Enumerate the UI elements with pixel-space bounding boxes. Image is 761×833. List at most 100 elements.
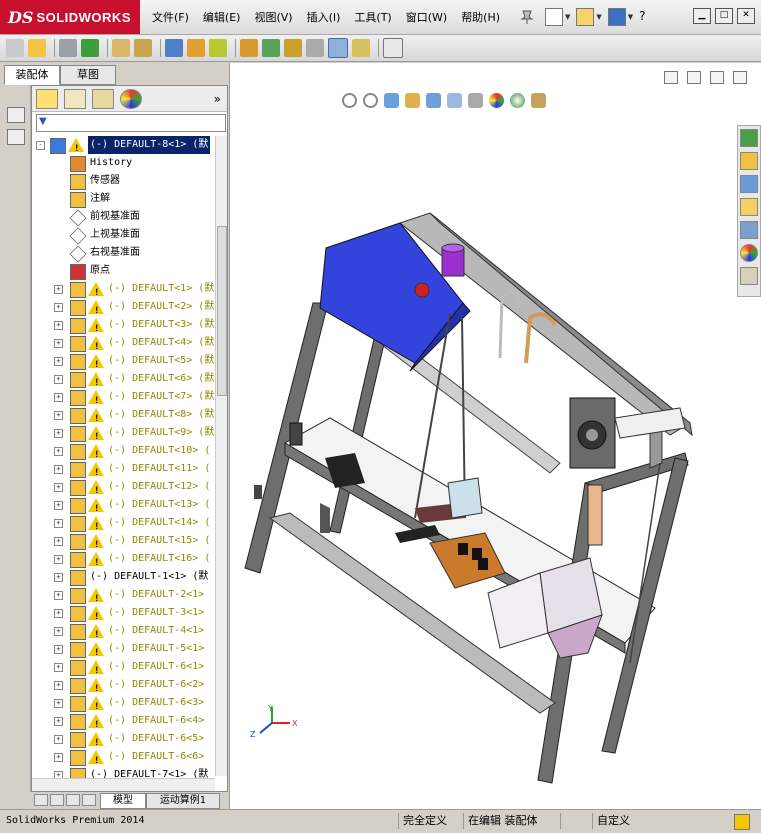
tree-item[interactable]: + (-) DEFAULT<16> ( [32,550,217,572]
tree-item[interactable]: + (-) DEFAULT<15> ( [32,532,217,554]
tree-item[interactable]: + (-) DEFAULT-6<4> [32,712,217,734]
expand-icon[interactable]: + [54,303,63,312]
configuration-manager-icon[interactable] [92,88,114,109]
expand-icon[interactable]: + [54,321,63,330]
menu-insert[interactable]: 插入(I) [307,9,341,25]
show-hidden-icon[interactable] [165,39,183,57]
tree-item[interactable]: + (-) DEFAULT-6<2> [32,676,217,698]
expand-icon[interactable]: + [54,753,63,762]
expand-icon[interactable]: + [54,483,63,492]
belt[interactable] [614,407,686,439]
tab-scroll-last-icon[interactable] [82,794,96,806]
bill-of-materials-icon[interactable] [262,39,280,57]
custom-properties-icon[interactable] [740,267,758,285]
expand-icon[interactable]: + [54,285,63,294]
open-folder-icon[interactable] [576,8,595,26]
menu-tools[interactable]: 工具(T) [354,9,391,25]
tree-item[interactable]: + (-) DEFAULT<7> (默 [32,388,217,410]
expand-icon[interactable]: + [54,519,63,528]
view-palette-icon[interactable] [740,221,758,239]
sketch-line-icon[interactable] [7,129,25,145]
explode-line-sketch-icon[interactable] [306,39,324,57]
appearances-icon[interactable] [740,244,758,262]
tree-item[interactable]: + (-) DEFAULT-2<1> [32,586,217,608]
chevron-down-icon[interactable]: ▼ [596,13,601,21]
expand-icon[interactable]: + [54,339,63,348]
move-component-icon[interactable] [112,39,130,57]
expand-icon[interactable]: + [54,627,63,636]
tree-item[interactable]: + (-) DEFAULT<12> ( [32,478,217,500]
tab-scroll-first-icon[interactable] [34,794,48,806]
purple-cylinder[interactable] [441,243,465,277]
tree-item[interactable]: 右视基准面 [32,244,217,263]
expand-icon[interactable]: + [54,681,63,690]
expand-icon[interactable]: + [54,429,63,438]
solidworks-resources-icon[interactable] [740,129,758,147]
expand-icon[interactable]: + [54,447,63,456]
tree-item[interactable]: + (-) DEFAULT<11> ( [32,460,217,482]
rotate-component-icon[interactable] [134,39,152,57]
tree-item[interactable]: 传感器 [32,172,217,190]
tree-item[interactable]: 原点 [32,262,217,280]
motor-unit[interactable] [569,397,616,469]
expand-icon[interactable]: + [54,411,63,420]
exploded-view-icon[interactable] [284,39,302,57]
expand-icon[interactable]: + [54,375,63,384]
chevron-down-icon[interactable]: ▼ [565,13,570,21]
menu-file[interactable]: 文件(F) [152,9,189,25]
expand-icon[interactable]: + [54,393,63,402]
file-explorer-icon[interactable] [740,198,758,216]
tree-item[interactable]: + (-) DEFAULT-6<5> [32,730,217,752]
display-manager-icon[interactable] [120,88,142,109]
menu-window[interactable]: 窗口(W) [406,9,447,25]
expand-icon[interactable]: + [54,357,63,366]
tree-item[interactable]: History [32,154,217,172]
close-icon[interactable]: ✕ [737,8,755,24]
expand-icon[interactable]: + [54,645,63,654]
property-manager-icon[interactable] [64,88,86,109]
chevron-down-icon[interactable]: ▼ [628,13,633,21]
rebuild-status-icon[interactable] [734,814,750,830]
expand-icon[interactable]: + [54,537,63,546]
tree-horizontal-scrollbar[interactable] [32,778,215,791]
tab-scroll-next-icon[interactable] [66,794,80,806]
filter-icon[interactable]: ▼ [39,116,47,127]
tree-item[interactable]: + (-) DEFAULT-6<3> [32,694,217,716]
expand-icon[interactable]: + [54,501,63,510]
tree-item[interactable]: + (-) DEFAULT-5<1> [32,640,217,662]
home-icon[interactable] [740,152,758,170]
tab-scroll-prev-icon[interactable] [50,794,64,806]
component-pattern-icon[interactable] [81,39,99,57]
design-library-icon[interactable] [740,175,758,193]
tree-item[interactable]: + (-) DEFAULT<3> (默 [32,316,217,338]
tree-item[interactable]: + (-) DEFAULT<8> (默 [32,406,217,428]
new-motion-study-icon[interactable] [240,39,258,57]
status-units[interactable]: 自定义 [592,813,697,829]
clearance-verification-icon[interactable] [352,39,370,57]
tree-item[interactable]: + (-) DEFAULT-6<6> [32,748,217,770]
tree-item[interactable]: + (-) DEFAULT-6<1> [32,658,217,680]
tree-root-item[interactable]: - (-) DEFAULT-8<1> (默 [32,136,217,158]
assembly-model-view[interactable] [230,63,760,807]
help-question-icon[interactable]: ? [639,9,655,25]
expand-icon[interactable]: + [54,573,63,582]
insert-component-icon[interactable] [6,39,24,57]
new-part-icon[interactable] [28,39,46,57]
save-icon[interactable] [607,8,626,26]
menu-view[interactable]: 视图(V) [254,9,292,25]
feature-manager-icon[interactable] [36,88,58,109]
solidworks-logo[interactable]: DS SOLIDWORKS [0,0,140,34]
menu-help[interactable]: 帮助(H) [461,9,500,25]
tab-sketch[interactable]: 草图 [60,65,116,85]
chevron-right-icon[interactable]: » [214,92,221,106]
tree-item[interactable]: + (-) DEFAULT<4> (默 [32,334,217,356]
new-document-icon[interactable] [545,8,563,26]
tree-item[interactable]: + (-) DEFAULT<1> (默 [32,280,217,302]
menu-edit[interactable]: 编辑(E) [203,9,241,25]
tree-item[interactable]: + (-) DEFAULT<2> (默 [32,298,217,320]
reference-geometry-icon[interactable] [209,39,227,57]
interference-detection-icon[interactable] [328,38,348,58]
tree-item[interactable]: + (-) DEFAULT<14> ( [32,514,217,536]
sketch-step-icon[interactable] [7,107,25,123]
tree-item[interactable]: 注解 [32,190,217,208]
